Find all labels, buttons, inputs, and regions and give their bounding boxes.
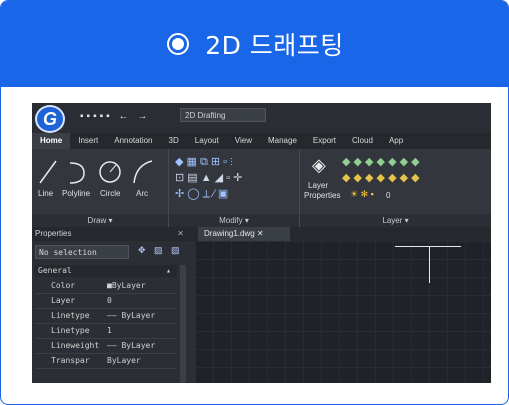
tab-3d[interactable]: 3D: [161, 133, 187, 149]
section-general[interactable]: General ▴: [35, 265, 177, 277]
property-value: ByLayer: [107, 356, 141, 365]
property-row[interactable]: Color ■ByLayer: [35, 279, 177, 294]
close-icon[interactable]: ✕: [177, 227, 184, 241]
tab-annotation[interactable]: Annotation: [106, 133, 160, 149]
section-general-label: General: [38, 266, 72, 275]
arc-tool[interactable]: Arc: [136, 189, 148, 198]
feature-card: 2D 드래프팅 G ▪▪▪▪▪ ← → 2D Drafting Home Ins…: [0, 0, 509, 405]
property-key: Linetype: [51, 311, 90, 320]
drawing-canvas[interactable]: [195, 241, 491, 383]
property-value: ■ByLayer: [107, 281, 146, 290]
layer-properties-label-2[interactable]: Properties: [304, 191, 340, 200]
property-value: 0: [107, 296, 112, 305]
modify-icons-row2[interactable]: ⊡ ▤ ▲ ◢ ▫ ✛: [175, 171, 242, 184]
card-header: 2D 드래프팅: [1, 1, 508, 87]
line-tool[interactable]: Line: [38, 189, 53, 198]
selection-dropdown[interactable]: No selection: [35, 245, 129, 259]
tab-view[interactable]: View: [227, 133, 260, 149]
workspace-select[interactable]: 2D Drafting: [180, 108, 266, 122]
properties-title: Properties: [35, 229, 72, 238]
card-title: 2D 드래프팅: [205, 31, 344, 60]
properties-header: Properties ✕: [32, 227, 190, 241]
property-value: —— ByLayer: [107, 341, 156, 350]
tab-manage[interactable]: Manage: [260, 133, 305, 149]
tab-export[interactable]: Export: [305, 133, 344, 149]
draw-group: Line Polyline Circle Arc Draw ▾: [32, 149, 169, 227]
property-row[interactable]: Layer 0: [35, 294, 177, 309]
property-key: Linetype: [51, 326, 90, 335]
property-key: Layer: [51, 296, 76, 305]
layer-stack-icon[interactable]: ◈: [312, 155, 326, 176]
tab-layout[interactable]: Layout: [187, 133, 227, 149]
layer-group-label: Layer ▾: [300, 214, 491, 227]
quick-select-icon[interactable]: ✥ ▧ ▨: [138, 245, 183, 256]
property-key: Lineweight: [51, 341, 100, 350]
crosshair-horizontal: [395, 246, 461, 247]
document-tabbar: Drawing1.dwg ✕: [190, 227, 491, 241]
property-key: Transpar: [51, 356, 90, 365]
property-row[interactable]: Linetype 1: [35, 324, 177, 339]
tab-home[interactable]: Home: [32, 133, 71, 149]
modify-icons-row3[interactable]: ✢ ◯ ⟂ ⁄ ▣: [175, 187, 228, 201]
tab-cloud[interactable]: Cloud: [344, 133, 381, 149]
crosshair-vertical: [429, 247, 430, 283]
layer-group: ◈ ◆ ◆ ◆ ◆ ◆ ◆ ◆ ◆ ◆ ◆ ◆ ◆ ◆ ◆ Layer Prop…: [300, 149, 491, 227]
property-row[interactable]: Linetype —— ByLayer: [35, 309, 177, 324]
property-row[interactable]: Lineweight —— ByLayer: [35, 339, 177, 354]
document-tab[interactable]: Drawing1.dwg ✕: [198, 227, 290, 241]
modify-group-label: Modify ▾: [169, 214, 299, 227]
layer-icons-row1[interactable]: ◆ ◆ ◆ ◆ ◆ ◆ ◆: [342, 155, 420, 168]
ribbon-panel: Line Polyline Circle Arc Draw ▾ ◆ ▦ ⧉ ⊞ …: [32, 149, 491, 227]
property-row[interactable]: Transpar ByLayer: [35, 354, 177, 369]
app-logo: G: [35, 105, 65, 133]
circle-tool[interactable]: Circle: [100, 189, 120, 198]
layer-properties-label-1[interactable]: Layer: [308, 181, 328, 190]
app-screenshot: G ▪▪▪▪▪ ← → 2D Drafting Home Insert Anno…: [32, 103, 491, 383]
modify-group: ◆ ▦ ⧉ ⊞ ▫ ⫶ ⊡ ▤ ▲ ◢ ▫ ✛ ✢ ◯ ⟂ ⁄ ▣ Modify…: [169, 149, 300, 227]
tab-app[interactable]: App: [381, 133, 411, 149]
polyline-tool[interactable]: Polyline: [62, 189, 90, 198]
properties-panel: Properties ✕ No selection ✥ ▧ ▨ General …: [32, 227, 190, 383]
quick-access-bar: G ▪▪▪▪▪ ← → 2D Drafting: [32, 103, 491, 133]
chevron-up-icon[interactable]: ▴: [166, 265, 171, 277]
radio-icon[interactable]: [167, 33, 190, 55]
draw-tool-icons: [39, 160, 153, 184]
tab-insert[interactable]: Insert: [70, 133, 106, 149]
ribbon-tabs: Home Insert Annotation 3D Layout View Ma…: [32, 133, 491, 149]
layer-state-icons[interactable]: ☀ ✻ ▪: [350, 189, 374, 200]
property-value: —— ByLayer: [107, 311, 156, 320]
layer-icons-row2[interactable]: ◆ ◆ ◆ ◆ ◆ ◆ ◆: [342, 171, 420, 184]
properties-scrollbar[interactable]: [180, 265, 186, 383]
property-value: 1: [107, 326, 112, 335]
current-layer[interactable]: 0: [386, 191, 390, 200]
quick-access-icons[interactable]: ▪▪▪▪▪ ← →: [80, 111, 150, 122]
property-key: Color: [51, 281, 76, 290]
modify-icons-row1[interactable]: ◆ ▦ ⧉ ⊞ ▫ ⫶: [175, 155, 233, 169]
draw-group-label: Draw ▾: [32, 214, 168, 227]
